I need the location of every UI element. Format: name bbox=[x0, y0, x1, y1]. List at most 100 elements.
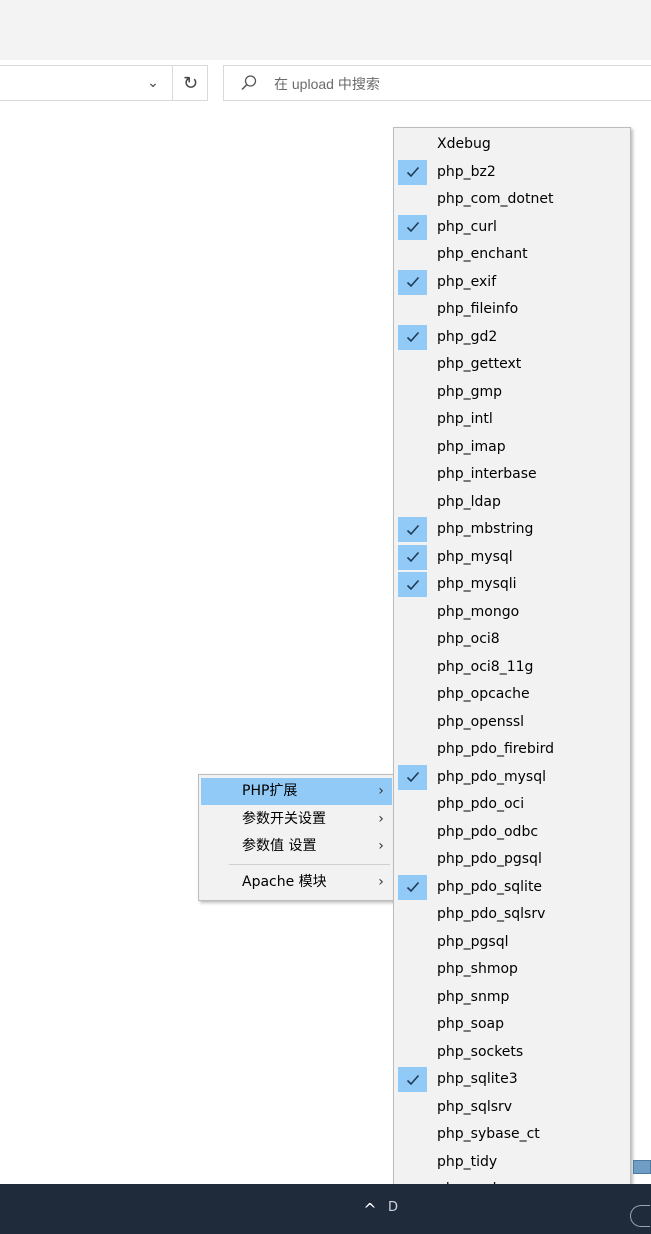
checkmark-icon bbox=[398, 159, 427, 185]
extension-label: php_ldap bbox=[437, 493, 501, 510]
menu-item-extension[interactable]: php_com_dotnet bbox=[396, 186, 630, 213]
menu-item-extension[interactable]: php_mysqli bbox=[396, 571, 630, 598]
checkmark-icon bbox=[398, 1067, 427, 1092]
menu-item-extension[interactable]: php_pgsql bbox=[396, 929, 630, 956]
notification-icon[interactable] bbox=[630, 1205, 650, 1227]
extension-label: php_mysql bbox=[437, 548, 513, 565]
extension-label: php_pdo_sqlsrv bbox=[437, 906, 546, 922]
menu-item-label: 参数开关设置 bbox=[242, 811, 326, 827]
extension-label: php_snmp bbox=[437, 988, 510, 1005]
checkmark-icon bbox=[398, 544, 427, 570]
menu-item-php-extensions[interactable]: PHP扩展 › bbox=[201, 778, 392, 805]
checkmark-icon bbox=[398, 874, 427, 900]
extension-label: php_gd2 bbox=[437, 328, 498, 345]
chevron-up-icon[interactable]: ^ bbox=[360, 1198, 380, 1220]
menu-item-extension[interactable]: php_enchant bbox=[396, 241, 630, 268]
extension-label: php_sybase_ct bbox=[437, 1126, 540, 1142]
menu-item-extension[interactable]: php_pdo_sqlsrv bbox=[396, 901, 630, 928]
menu-item-extension[interactable]: php_openssl bbox=[396, 709, 630, 736]
menu-item-extension[interactable]: php_intl bbox=[396, 406, 630, 433]
extension-label: php_intl bbox=[437, 411, 493, 427]
menu-item-extension[interactable]: php_mysql bbox=[396, 544, 630, 571]
extension-label: php_pdo_mysql bbox=[437, 768, 546, 785]
menu-item-extension[interactable]: php_gd2 bbox=[396, 324, 630, 351]
extension-label: php_curl bbox=[437, 218, 497, 235]
extension-label: php_interbase bbox=[437, 466, 537, 482]
taskbar bbox=[0, 1184, 651, 1234]
menu-item-extension[interactable]: php_pdo_oci bbox=[396, 791, 630, 818]
menu-item-extension[interactable]: php_imap bbox=[396, 434, 630, 461]
chevron-right-icon: › bbox=[378, 783, 384, 799]
menu-item-extension[interactable]: php_sockets bbox=[396, 1039, 630, 1066]
extension-label: php_pdo_pgsql bbox=[437, 851, 542, 867]
extension-label: php_shmop bbox=[437, 961, 518, 977]
menu-separator bbox=[229, 864, 390, 865]
checkmark-icon bbox=[398, 214, 427, 240]
checkmark-icon bbox=[398, 517, 427, 542]
tray-text: D bbox=[388, 1200, 399, 1215]
chevron-right-icon: › bbox=[378, 811, 384, 827]
extension-label: php_imap bbox=[437, 438, 506, 455]
menu-item-extension[interactable]: php_snmp bbox=[396, 984, 630, 1011]
menu-item-value-settings[interactable]: 参数值 设置 › bbox=[201, 833, 392, 860]
extension-label: php_pdo_firebird bbox=[437, 741, 555, 757]
checkmark-icon bbox=[398, 269, 427, 295]
extension-label: php_mbstring bbox=[437, 521, 534, 537]
extension-label: php_exif bbox=[437, 273, 497, 290]
menu-item-extension[interactable]: php_gettext bbox=[396, 351, 630, 378]
menu-item-label: 参数值 设置 bbox=[242, 838, 317, 854]
menu-item-extension[interactable]: php_oci8_11g bbox=[396, 654, 630, 681]
menu-item-extension[interactable]: php_pdo_pgsql bbox=[396, 846, 630, 873]
menu-item-extension[interactable]: php_gmp bbox=[396, 379, 630, 406]
menu-item-extension[interactable]: php_sqlite3 bbox=[396, 1066, 630, 1093]
search-input[interactable]: 在 upload 中搜索 bbox=[223, 65, 651, 101]
extension-label: php_pdo_sqlite bbox=[437, 878, 543, 895]
menu-item-extension[interactable]: php_ldap bbox=[396, 489, 630, 516]
menu-item-switch-settings[interactable]: 参数开关设置 › bbox=[201, 806, 392, 833]
extension-label: php_bz2 bbox=[437, 163, 496, 180]
extension-label: php_tidy bbox=[437, 1153, 498, 1170]
menu-item-extension[interactable]: php_exif bbox=[396, 269, 630, 296]
menu-item-extension[interactable]: php_pdo_odbc bbox=[396, 819, 630, 846]
menu-item-extension[interactable]: php_fileinfo bbox=[396, 296, 630, 323]
php-extensions-submenu: Xdebug php_bz2 php_com_dotnet php_curl php_e… bbox=[393, 127, 631, 1234]
title-bar-area bbox=[0, 0, 651, 60]
menu-item-extension[interactable]: php_pdo_firebird bbox=[396, 736, 630, 763]
extension-label: php_mongo bbox=[437, 603, 520, 620]
extension-label: php_pdo_odbc bbox=[437, 823, 539, 840]
menu-item-extension[interactable]: php_pdo_sqlite bbox=[396, 874, 630, 901]
menu-item-extension[interactable]: php_tidy bbox=[396, 1149, 630, 1176]
chevron-down-icon[interactable]: ⌄ bbox=[143, 73, 163, 93]
extension-label: php_opcache bbox=[437, 686, 530, 702]
menu-item-extension[interactable]: php_mongo bbox=[396, 599, 630, 626]
menu-item-extension[interactable]: php_pdo_mysql bbox=[396, 764, 630, 791]
extension-label: php_oci8_11g bbox=[437, 658, 534, 675]
chevron-right-icon: › bbox=[378, 874, 384, 890]
menu-item-extension[interactable]: php_curl bbox=[396, 214, 630, 241]
menu-item-extension[interactable]: php_opcache bbox=[396, 681, 630, 708]
context-menu: PHP扩展 › 参数开关设置 › 参数值 设置 › Apache 模块 › bbox=[198, 774, 395, 901]
desktop-thumbnail bbox=[633, 1160, 651, 1174]
menu-item-extension[interactable]: php_sybase_ct bbox=[396, 1121, 630, 1148]
search-placeholder: 在 upload 中搜索 bbox=[274, 76, 380, 92]
extension-label: php_oci8 bbox=[437, 631, 500, 647]
menu-item-extension[interactable]: php_sqlsrv bbox=[396, 1094, 630, 1121]
extension-label: php_mysqli bbox=[437, 576, 517, 592]
chevron-right-icon: › bbox=[378, 838, 384, 854]
menu-item-apache-modules[interactable]: Apache 模块 › bbox=[201, 869, 392, 896]
refresh-icon[interactable]: ↻ bbox=[172, 65, 208, 101]
extension-label: php_openssl bbox=[437, 713, 525, 730]
menu-item-extension[interactable]: php_bz2 bbox=[396, 159, 630, 186]
extension-label: Xdebug bbox=[437, 136, 491, 152]
extension-label: php_enchant bbox=[437, 246, 528, 262]
menu-item-extension[interactable]: php_soap bbox=[396, 1011, 630, 1038]
menu-item-extension[interactable]: php_mbstring bbox=[396, 516, 630, 543]
menu-item-extension[interactable]: php_interbase bbox=[396, 461, 630, 488]
menu-item-label: PHP扩展 bbox=[242, 783, 298, 799]
menu-item-extension[interactable]: php_shmop bbox=[396, 956, 630, 983]
extension-label: php_sqlite3 bbox=[437, 1071, 518, 1087]
checkmark-icon bbox=[398, 764, 427, 790]
menu-item-extension[interactable]: php_oci8 bbox=[396, 626, 630, 653]
menu-item-label: Apache 模块 bbox=[242, 874, 327, 890]
menu-item-extension[interactable]: Xdebug bbox=[396, 131, 630, 158]
